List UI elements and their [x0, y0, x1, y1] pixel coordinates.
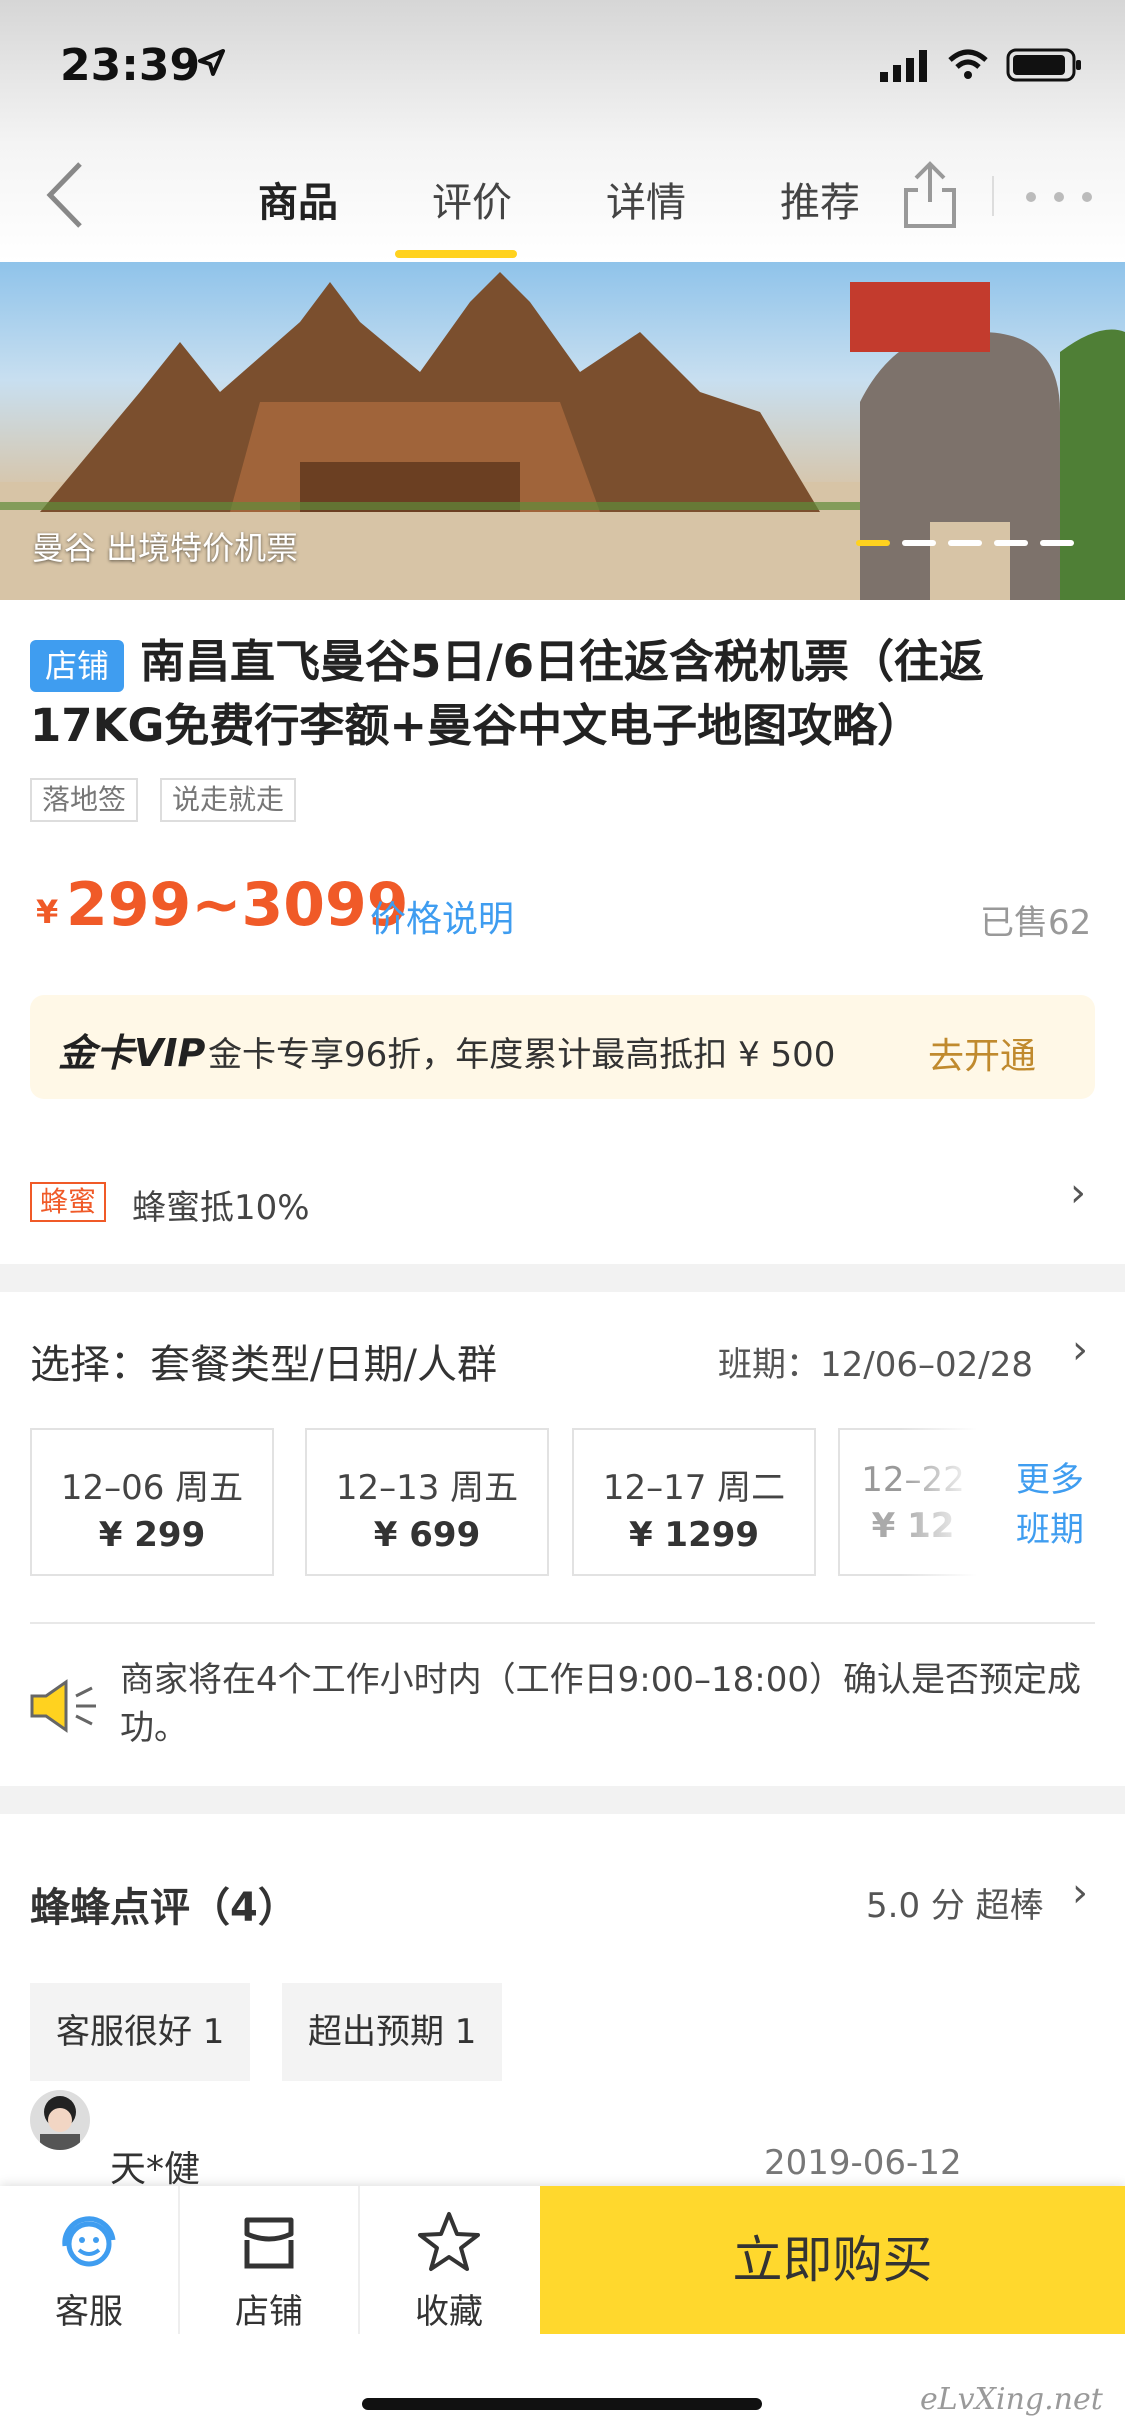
- location-arrow-icon: [198, 49, 225, 76]
- review-tag[interactable]: 超出预期 1: [282, 1983, 503, 2081]
- reviews-title[interactable]: 蜂蜂点评（4）: [30, 1875, 298, 1933]
- shop-tag: 店铺: [30, 640, 124, 692]
- date-label: 12–17 周二: [602, 1468, 786, 1508]
- tab-active-indicator: [395, 250, 517, 258]
- more-dots-icon[interactable]: [1024, 190, 1094, 204]
- price-note-link[interactable]: 价格说明: [370, 890, 514, 942]
- carousel-dot[interactable]: [994, 540, 1028, 546]
- shop-icon: [244, 2217, 294, 2269]
- shop-label: 店铺: [235, 2292, 303, 2332]
- divider: [30, 1622, 1095, 1624]
- buy-now-button[interactable]: 立即购买: [540, 2186, 1125, 2334]
- fade-overlay: [900, 1426, 1010, 1578]
- carousel-dot[interactable]: [1040, 540, 1074, 546]
- chevron-right-icon[interactable]: ›: [1072, 1327, 1088, 1373]
- date-option[interactable]: 12–13 周五 ¥ 699: [305, 1428, 549, 1576]
- vip-logo: 金卡VIP: [58, 1031, 206, 1075]
- reviews-score[interactable]: 5.0 分 超棒: [866, 1878, 1044, 1927]
- wifi-icon: [948, 49, 988, 79]
- date-price: ¥ 299: [98, 1515, 206, 1555]
- chevron-right-icon[interactable]: ›: [1070, 1170, 1086, 1216]
- carousel-dot[interactable]: [948, 540, 982, 546]
- vip-text: 金卡专享96折，年度累计最高抵扣 ¥ 500: [208, 1035, 836, 1075]
- signal-icon: [880, 50, 927, 82]
- honey-tag: 蜂蜜: [30, 1182, 107, 1222]
- carousel-dot-active[interactable]: [856, 540, 890, 546]
- price: 299~3099: [66, 870, 409, 940]
- customer-service-label: 客服: [55, 2292, 123, 2332]
- back-icon[interactable]: [42, 160, 86, 230]
- date-option[interactable]: 12–06 周五 ¥ 299: [30, 1428, 274, 1576]
- review-username: 天*健: [110, 2149, 201, 2190]
- more-schedules-button[interactable]: 更多班期: [1015, 1455, 1085, 1555]
- status-time: 23:39: [60, 40, 201, 91]
- avatar[interactable]: [30, 2090, 90, 2150]
- tab-details[interactable]: 详情: [606, 170, 686, 228]
- tab-product[interactable]: 商品: [258, 170, 338, 228]
- tab-reviews[interactable]: 评价: [432, 170, 512, 228]
- tab-recommend[interactable]: 推荐: [780, 170, 860, 228]
- vip-open-button[interactable]: 去开通: [928, 1027, 1036, 1079]
- sold-count: 已售62: [980, 903, 1092, 943]
- nav-divider: [992, 176, 994, 216]
- review-tag[interactable]: 客服很好 1: [30, 1983, 251, 2081]
- star-icon: [418, 2212, 480, 2271]
- hero-caption: 曼谷 出境特价机票: [32, 529, 299, 567]
- date-label: 12–13 周五: [335, 1468, 519, 1508]
- select-options-title[interactable]: 选择：套餐类型/日期/人群: [30, 1332, 497, 1390]
- section-divider: [0, 1786, 1125, 1814]
- favorite-button[interactable]: 收藏: [360, 2210, 538, 2333]
- chip-instant: 说走就走: [160, 778, 297, 822]
- product-title: 南昌直飞曼谷5日/6日往返含税机票（往返17KG免费行李额+曼谷中文电子地图攻略…: [30, 635, 985, 752]
- honey-text[interactable]: 蜂蜜抵10%: [132, 1180, 310, 1229]
- customer-service-button[interactable]: 客服: [0, 2210, 178, 2333]
- watermark: eLvXing.net: [920, 2382, 1103, 2417]
- favorite-label: 收藏: [415, 2292, 483, 2332]
- section-divider: [0, 1264, 1125, 1292]
- date-option[interactable]: 12–17 周二 ¥ 1299: [572, 1428, 816, 1576]
- date-price: ¥ 1299: [628, 1515, 760, 1555]
- date-label: 12–06 周五: [60, 1468, 244, 1508]
- chevron-right-icon[interactable]: ›: [1072, 1870, 1088, 1916]
- speaker-icon: [30, 1679, 96, 1733]
- chip-visa: 落地签: [30, 778, 139, 822]
- date-price: ¥ 699: [373, 1515, 481, 1555]
- share-icon[interactable]: [900, 158, 960, 230]
- battery-icon: [1006, 48, 1081, 82]
- shop-button[interactable]: 店铺: [180, 2210, 358, 2333]
- carousel-dot[interactable]: [902, 540, 936, 546]
- home-indicator: [362, 2398, 762, 2410]
- price-symbol: ¥: [36, 893, 59, 931]
- customer-service-icon: [62, 2216, 116, 2267]
- confirm-notice: 商家将在4个工作小时内（工作日9:00–18:00）确认是否预定成功。: [120, 1660, 1081, 1748]
- schedule-period[interactable]: 班期：12/06–02/28: [718, 1337, 1033, 1386]
